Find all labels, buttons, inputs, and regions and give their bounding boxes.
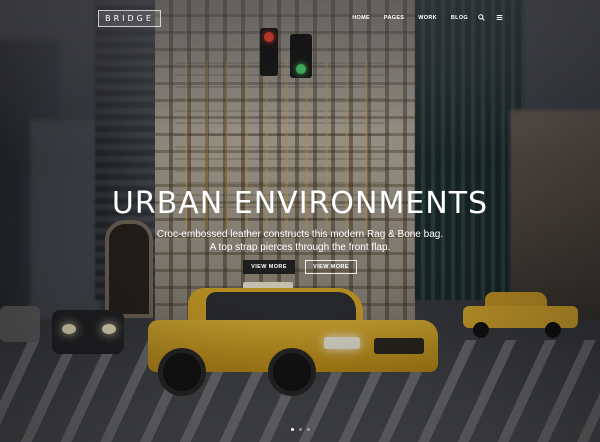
main-nav: HOME PAGES WORK BLOG [352,12,504,24]
slider-dot[interactable] [290,428,294,431]
hero-title: URBAN ENVIRONMENTS [111,186,489,221]
slider-dots [0,428,600,431]
slider-dot[interactable] [306,428,310,431]
hero-subtitle: Croc-embossed leather constructs this mo… [0,228,600,254]
menu-icon[interactable] [496,14,504,22]
hero-buttons: VIEW MORE VIEW MORE [0,260,600,274]
nav-blog[interactable]: BLOG [451,15,468,21]
vignette [0,0,600,442]
logo[interactable]: BRIDGE [98,10,161,27]
view-more-button[interactable]: VIEW MORE [243,260,295,274]
nav-work[interactable]: WORK [418,15,437,21]
hero-subtitle-line: A top strap pierces through the front fl… [209,242,391,253]
view-more-outline-button[interactable]: VIEW MORE [305,260,357,274]
slider-dot[interactable] [298,428,302,431]
nav-pages[interactable]: PAGES [384,15,404,21]
hero-subtitle-line: Croc-embossed leather constructs this mo… [156,229,444,240]
hero-background-image [0,0,600,442]
nav-home[interactable]: HOME [352,15,370,21]
search-icon[interactable] [478,14,486,22]
